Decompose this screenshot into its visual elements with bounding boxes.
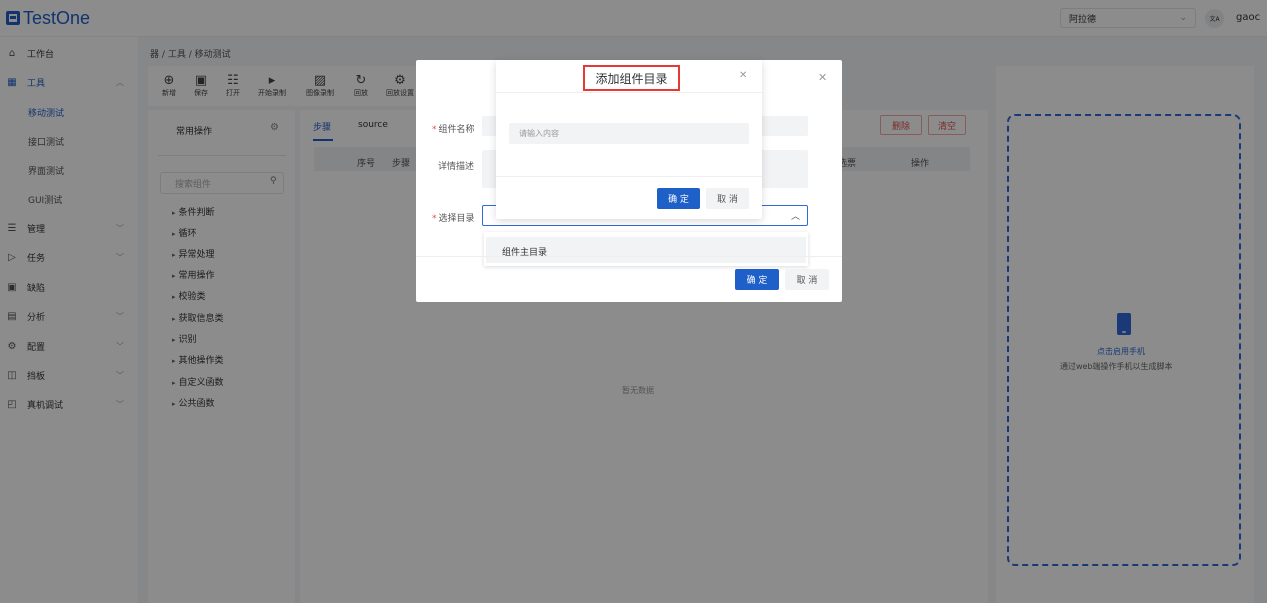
directory-option[interactable]: 组件主目录 — [486, 237, 806, 263]
component-confirm-button[interactable]: 确 定 — [735, 269, 779, 290]
confirm-button[interactable]: 确 定 — [657, 188, 700, 209]
directory-name-input[interactable] — [509, 123, 749, 144]
dialog-title: 添加组件目录 — [583, 65, 680, 91]
component-cancel-button[interactable]: 取 消 — [785, 269, 829, 290]
divider — [496, 176, 762, 177]
directory-label: * 选择目录 — [432, 214, 475, 224]
divider — [496, 92, 762, 93]
component-name-label: * 组件名称 — [432, 125, 475, 135]
close-icon[interactable]: ✕ — [818, 71, 827, 84]
close-icon[interactable]: ✕ — [739, 70, 747, 81]
component-desc-label: 详情描述 — [438, 162, 475, 172]
cancel-button[interactable]: 取 消 — [706, 188, 749, 209]
chevron-up-icon: ︿ — [791, 212, 801, 222]
divider — [416, 256, 842, 257]
